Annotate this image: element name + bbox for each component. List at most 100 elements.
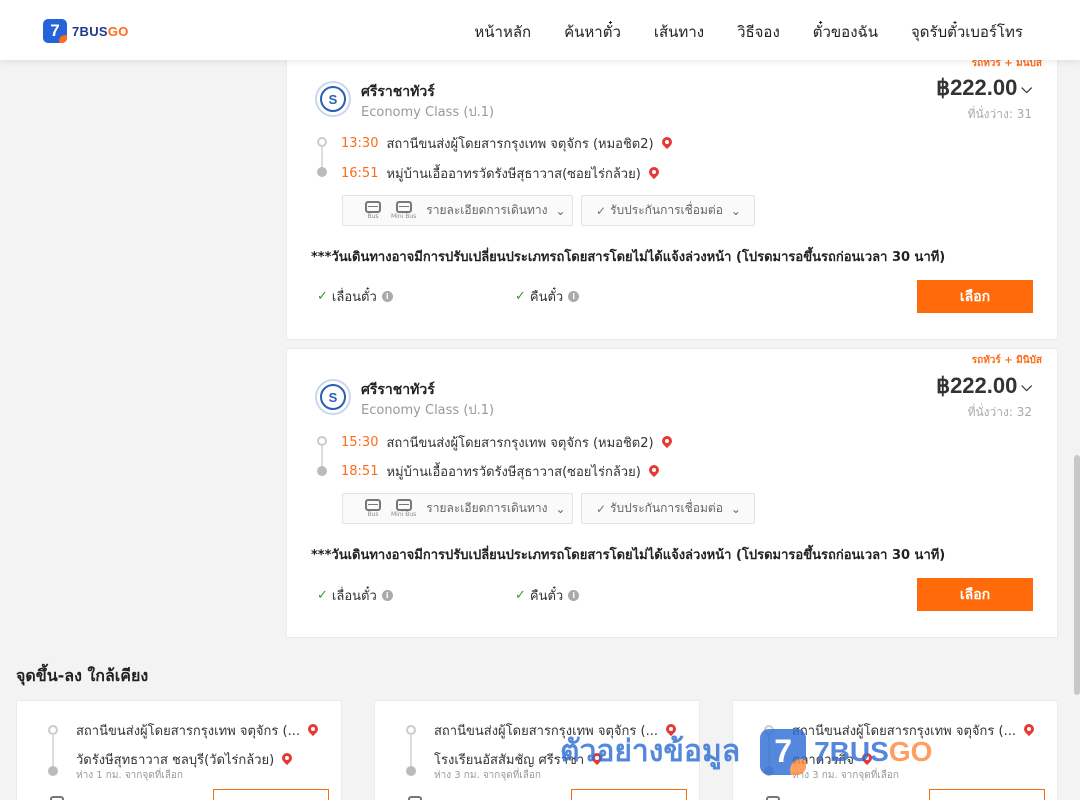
operator-logo-icon: S — [315, 81, 351, 117]
nearby-distance: ห่าง 3 กม. จากจุดที่เลือก — [434, 770, 541, 781]
nav-how-to-book[interactable]: วิธีจอง — [737, 20, 780, 44]
arrival-station: หมู่บ้านเอื้ออาทรวัดรังษีสุธาวาส(ซอยไร่ก… — [386, 167, 641, 182]
nav-routes[interactable]: เส้นทาง — [654, 20, 704, 44]
nav-home[interactable]: หน้าหลัก — [474, 20, 531, 44]
nearby-select-button[interactable] — [571, 789, 687, 800]
connection-guarantee-dropdown[interactable]: ✓ รับประกันการเชื่อมต่อ ⌄ — [581, 493, 755, 524]
map-pin-icon[interactable] — [662, 137, 672, 151]
arrival-stop: 16:51 หมู่บ้านเอื้ออาทรวัดรังษีสุธาวาส(ซ… — [341, 163, 659, 184]
bus-icon — [408, 796, 422, 800]
destination-dot-icon — [406, 766, 416, 776]
nav-my-tickets[interactable]: ตั๋วของฉัน — [813, 20, 878, 44]
nearby-route-card[interactable]: สถานีขนส่งผู้โดยสารกรุงเทพ จตุจักร (... … — [16, 700, 342, 800]
refund-policy: ✓ คืนตั๋ว i — [515, 286, 580, 307]
logo-word-b: GO — [107, 23, 129, 39]
chevron-down-icon: ⌄ — [730, 501, 741, 516]
map-pin-icon[interactable] — [1024, 724, 1034, 738]
bus-icon — [766, 796, 780, 800]
watermark-text: ตัวอย่างข้อมูล — [560, 734, 741, 769]
operator-name: ศรีราชาทัวร์ — [361, 382, 435, 398]
watermark-brand-b: GO — [888, 735, 933, 767]
page-scrollbar[interactable] — [1074, 455, 1080, 695]
map-pin-icon[interactable] — [662, 436, 672, 450]
nearby-origin: สถานีขนส่งผู้โดยสารกรุงเทพ จตุจักร (... — [76, 724, 300, 739]
sample-watermark: ตัวอย่างข้อมูล 7 7BUSGO — [560, 728, 932, 775]
watermark-brand-a: 7BUS — [814, 735, 889, 767]
connection-guarantee-dropdown[interactable]: ✓ รับประกันการเชื่อมต่อ ⌄ — [581, 195, 755, 226]
trip-details-dropdown[interactable]: Bus Mini Bus รายละเอียดการเดินทาง ⌄ — [342, 493, 573, 524]
info-icon[interactable]: i — [568, 590, 580, 601]
price: ฿222.00 — [936, 75, 1018, 100]
seats-available: ที่นั่งว่าง: 32 — [967, 405, 1032, 419]
departure-stop: 15:30 สถานีขนส่งผู้โดยสารกรุงเทพ จตุจักร… — [341, 432, 672, 453]
logo-badge-icon: 7 — [43, 19, 67, 43]
check-icon: ✓ — [596, 203, 607, 218]
info-icon[interactable]: i — [381, 590, 393, 601]
bus-icon — [365, 201, 381, 213]
route-line — [410, 734, 412, 770]
seat-class: Economy Class (ป.1) — [361, 403, 495, 418]
operator-logo-icon: S — [315, 379, 351, 415]
route-line — [52, 734, 54, 770]
check-icon: ✓ — [317, 588, 328, 603]
origin-dot-icon — [317, 436, 327, 446]
chevron-down-icon: ⌄ — [555, 203, 566, 218]
arrival-time: 16:51 — [341, 166, 379, 181]
chevron-down-icon: ⌵ — [1021, 79, 1032, 96]
map-pin-icon[interactable] — [649, 465, 659, 479]
map-pin-icon[interactable] — [282, 753, 292, 767]
seats-available: ที่นั่งว่าง: 31 — [967, 107, 1032, 121]
destination-dot-icon — [48, 766, 58, 776]
arrival-station: หมู่บ้านเอื้ออาทรวัดรังษีสุธาวาส(ซอยไร่ก… — [386, 465, 641, 480]
vehicle-type-tag: รถทัวร์ + มินิบัส — [971, 355, 1042, 366]
chevron-down-icon: ⌄ — [730, 203, 741, 218]
destination-dot-icon — [317, 466, 327, 476]
arrival-stop: 18:51 หมู่บ้านเอื้ออาทรวัดรังษีสุธาวาส(ซ… — [341, 461, 659, 482]
chevron-down-icon: ⌵ — [1021, 377, 1032, 394]
watermark-logo-icon: 7 — [760, 728, 807, 775]
price-toggle[interactable]: ฿222.00 ⌵ — [936, 373, 1032, 399]
guarantee-label: รับประกันการเชื่อมต่อ — [610, 203, 723, 217]
departure-station: สถานีขนส่งผู้โดยสารกรุงเทพ จตุจักร (หมอช… — [386, 436, 654, 451]
departure-time: 15:30 — [341, 435, 379, 450]
arrival-time: 18:51 — [341, 464, 379, 479]
nearby-distance: ห่าง 1 กม. จากจุดที่เลือก — [76, 770, 183, 781]
minibus-icon — [395, 201, 412, 213]
notice-text: ***วันเดินทางอาจมีการปรับเปลี่ยนประเภทรถ… — [311, 548, 946, 563]
seat-class: Economy Class (ป.1) — [361, 105, 495, 120]
info-icon[interactable]: i — [568, 291, 580, 302]
price-toggle[interactable]: ฿222.00 ⌵ — [936, 75, 1032, 101]
map-pin-icon[interactable] — [649, 167, 659, 181]
site-logo[interactable]: 7 7BUSGO — [43, 19, 129, 43]
nearby-select-button[interactable] — [213, 789, 329, 800]
trip-card: รถทัวร์ + มินิบัส S ศรีราชาทัวร์ Economy… — [286, 348, 1058, 638]
bus-icon — [365, 499, 381, 511]
info-icon[interactable]: i — [381, 291, 393, 302]
nav-search-ticket[interactable]: ค้นหาตั๋ว — [564, 20, 621, 44]
nearby-destination: วัดรังษีสุทธาวาส ชลบุรี(วัดไร่กล้วย) — [76, 753, 275, 768]
top-header: 7 7BUSGO หน้าหลัก ค้นหาตั๋ว เส้นทาง วิธี… — [0, 0, 1080, 60]
check-icon: ✓ — [317, 289, 328, 304]
origin-dot-icon — [317, 137, 327, 147]
refund-policy: ✓ คืนตั๋ว i — [515, 585, 580, 606]
check-icon: ✓ — [596, 501, 607, 516]
select-button[interactable]: เลือก — [917, 578, 1033, 611]
destination-dot-icon — [317, 167, 327, 177]
departure-stop: 13:30 สถานีขนส่งผู้โดยสารกรุงเทพ จตุจักร… — [341, 133, 672, 154]
trip-details-dropdown[interactable]: Bus Mini Bus รายละเอียดการเดินทาง ⌄ — [342, 195, 573, 226]
select-button[interactable]: เลือก — [917, 280, 1033, 313]
nearby-select-button[interactable] — [929, 789, 1045, 800]
map-pin-icon[interactable] — [308, 724, 318, 738]
bus-icon — [50, 796, 64, 800]
main-nav: หน้าหลัก ค้นหาตั๋ว เส้นทาง วิธีจอง ตั๋วข… — [474, 20, 1023, 44]
departure-station: สถานีขนส่งผู้โดยสารกรุงเทพ จตุจักร (หมอช… — [386, 137, 654, 152]
check-icon: ✓ — [515, 588, 526, 603]
notice-text: ***วันเดินทางอาจมีการปรับเปลี่ยนประเภทรถ… — [311, 250, 946, 265]
nav-ticket-points[interactable]: จุดรับตั๋วเบอร์โทร — [911, 20, 1023, 44]
guarantee-label: รับประกันการเชื่อมต่อ — [610, 501, 723, 515]
operator-name: ศรีราชาทัวร์ — [361, 84, 435, 100]
chevron-down-icon: ⌄ — [555, 501, 566, 516]
departure-time: 13:30 — [341, 136, 379, 151]
trip-details-label: รายละเอียดการเดินทาง — [426, 203, 548, 217]
price: ฿222.00 — [936, 373, 1018, 398]
